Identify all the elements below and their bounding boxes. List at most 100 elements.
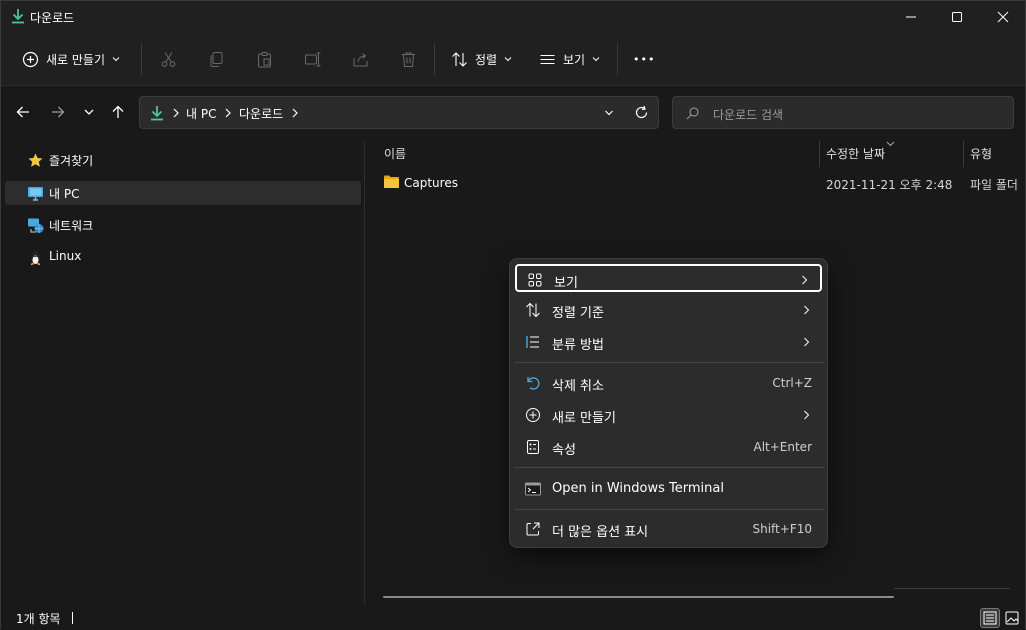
sidebar-item-network[interactable]: 네트워크 bbox=[5, 213, 361, 237]
scrollbar-track bbox=[894, 588, 1010, 589]
chevron-down-icon bbox=[112, 57, 120, 62]
network-icon bbox=[28, 218, 44, 233]
status-caret bbox=[72, 612, 73, 624]
up-button[interactable] bbox=[109, 103, 127, 121]
file-explorer-window: 다운로드 새로 만들기 정렬 보기 ••• 내 PC 다운로드 다운로드 검색 … bbox=[0, 0, 1026, 630]
menu-item-group-by[interactable]: 분류 방법 bbox=[515, 328, 822, 356]
chevron-down-icon[interactable] bbox=[604, 108, 614, 118]
copy-button[interactable] bbox=[206, 49, 226, 69]
chevron-right-icon bbox=[802, 275, 808, 285]
column-header-date-modified[interactable]: 수정한 날짜 bbox=[826, 145, 885, 162]
menu-item-view[interactable]: 보기 bbox=[515, 264, 822, 292]
arrow-right-icon bbox=[52, 106, 65, 118]
chevron-right-icon bbox=[804, 410, 810, 420]
menu-item-label: 분류 방법 bbox=[552, 338, 604, 353]
menu-item-open-terminal[interactable]: Open in Windows Terminal bbox=[515, 475, 822, 503]
breadcrumb-my-pc[interactable]: 내 PC bbox=[186, 105, 216, 122]
column-header-type[interactable]: 유형 bbox=[970, 145, 992, 162]
close-icon bbox=[997, 11, 1009, 22]
details-view-button[interactable] bbox=[980, 608, 1000, 628]
menu-item-label: 속성 bbox=[552, 443, 576, 458]
new-button[interactable]: 새로 만들기 bbox=[22, 44, 120, 74]
grid-icon bbox=[528, 273, 542, 287]
context-menu: 보기 정렬 기준 분류 방법 삭제 취소 Ctrl+Z 새로 만들기 속성 Al bbox=[509, 258, 828, 548]
minimize-icon bbox=[906, 16, 916, 17]
close-button[interactable] bbox=[980, 1, 1026, 32]
chevron-right-icon bbox=[225, 108, 231, 118]
chevron-down-icon bbox=[592, 57, 600, 62]
horizontal-scrollbar[interactable] bbox=[383, 596, 894, 598]
menu-item-properties[interactable]: 속성 Alt+Enter bbox=[515, 433, 822, 461]
column-separator[interactable] bbox=[963, 141, 964, 167]
sort-button[interactable]: 정렬 bbox=[451, 44, 512, 74]
view-button[interactable]: 보기 bbox=[539, 44, 600, 74]
pane-divider[interactable] bbox=[364, 141, 365, 604]
chevron-down-icon bbox=[84, 109, 94, 115]
menu-item-shortcut: Alt+Enter bbox=[753, 440, 812, 454]
file-name: Captures bbox=[404, 176, 458, 190]
large-icons-view-button[interactable] bbox=[1002, 608, 1022, 628]
group-list-icon bbox=[526, 336, 539, 348]
forward-button[interactable] bbox=[49, 103, 67, 121]
chevron-right-icon bbox=[292, 108, 298, 118]
share-button[interactable] bbox=[350, 49, 370, 69]
download-icon bbox=[12, 9, 24, 24]
delete-button[interactable] bbox=[398, 49, 418, 69]
copy-icon bbox=[210, 51, 222, 67]
chevron-right-icon bbox=[804, 305, 810, 315]
column-header-name[interactable]: 이름 bbox=[384, 145, 406, 162]
menu-item-undo-delete[interactable]: 삭제 취소 Ctrl+Z bbox=[515, 369, 822, 397]
more-options-button[interactable]: ••• bbox=[633, 44, 655, 74]
sidebar-item-linux[interactable]: Linux bbox=[5, 245, 361, 269]
more-icon: ••• bbox=[633, 52, 656, 66]
cut-button[interactable] bbox=[158, 49, 178, 69]
search-icon bbox=[686, 107, 699, 120]
star-icon bbox=[28, 153, 43, 167]
navigation-pane: 즐겨찾기 내 PC 네트워크 Linux bbox=[1, 138, 364, 604]
menu-item-label: 삭제 취소 bbox=[552, 379, 604, 394]
window-title: 다운로드 bbox=[30, 11, 75, 25]
linux-penguin-icon bbox=[30, 250, 41, 265]
clipboard-icon bbox=[257, 51, 271, 67]
sidebar-item-favorites[interactable]: 즐겨찾기 bbox=[5, 148, 361, 172]
chevron-down-icon bbox=[504, 57, 512, 62]
chevron-right-icon bbox=[804, 337, 810, 347]
search-box[interactable]: 다운로드 검색 bbox=[672, 96, 1014, 129]
arrow-up-icon bbox=[112, 105, 124, 118]
toolbar-separator bbox=[617, 43, 618, 75]
minimize-button[interactable] bbox=[888, 1, 934, 32]
maximize-button[interactable] bbox=[934, 1, 980, 32]
properties-icon bbox=[527, 440, 539, 454]
computer-icon bbox=[28, 186, 43, 201]
file-date-modified: 2021-11-21 오후 2:48 bbox=[826, 178, 953, 192]
sidebar-item-my-pc[interactable]: 내 PC bbox=[5, 181, 361, 205]
menu-item-label: 정렬 기준 bbox=[552, 306, 604, 321]
rename-icon bbox=[304, 52, 320, 66]
undo-icon bbox=[527, 377, 540, 390]
view-button-label: 보기 bbox=[563, 52, 586, 67]
menu-item-shortcut: Ctrl+Z bbox=[772, 376, 812, 390]
new-button-label: 새로 만들기 bbox=[46, 52, 106, 67]
refresh-icon[interactable] bbox=[634, 105, 649, 120]
menu-item-new[interactable]: 새로 만들기 bbox=[515, 401, 822, 429]
chevron-right-icon bbox=[173, 108, 179, 118]
menu-item-sort-by[interactable]: 정렬 기준 bbox=[515, 296, 822, 324]
recent-locations-button[interactable] bbox=[80, 103, 98, 121]
sidebar-item-label: 네트워크 bbox=[49, 219, 94, 233]
title-bar: 다운로드 bbox=[1, 1, 1025, 32]
breadcrumb-downloads[interactable]: 다운로드 bbox=[239, 105, 283, 122]
menu-item-show-more-options[interactable]: 더 많은 옵션 표시 Shift+F10 bbox=[515, 515, 822, 543]
item-count: 1개 항목 bbox=[16, 612, 61, 626]
search-placeholder: 다운로드 검색 bbox=[713, 108, 784, 122]
status-bar: 1개 항목 bbox=[1, 604, 1025, 630]
paste-button[interactable] bbox=[254, 49, 274, 69]
sort-descending-icon bbox=[886, 141, 895, 147]
column-separator[interactable] bbox=[819, 141, 820, 167]
sidebar-item-label: 내 PC bbox=[49, 187, 80, 201]
plus-circle-icon bbox=[22, 51, 39, 67]
back-button[interactable] bbox=[14, 103, 32, 121]
trash-icon bbox=[401, 52, 415, 67]
rename-button[interactable] bbox=[302, 49, 322, 69]
address-bar[interactable]: 내 PC 다운로드 bbox=[139, 96, 659, 129]
scissors-icon bbox=[161, 51, 175, 67]
